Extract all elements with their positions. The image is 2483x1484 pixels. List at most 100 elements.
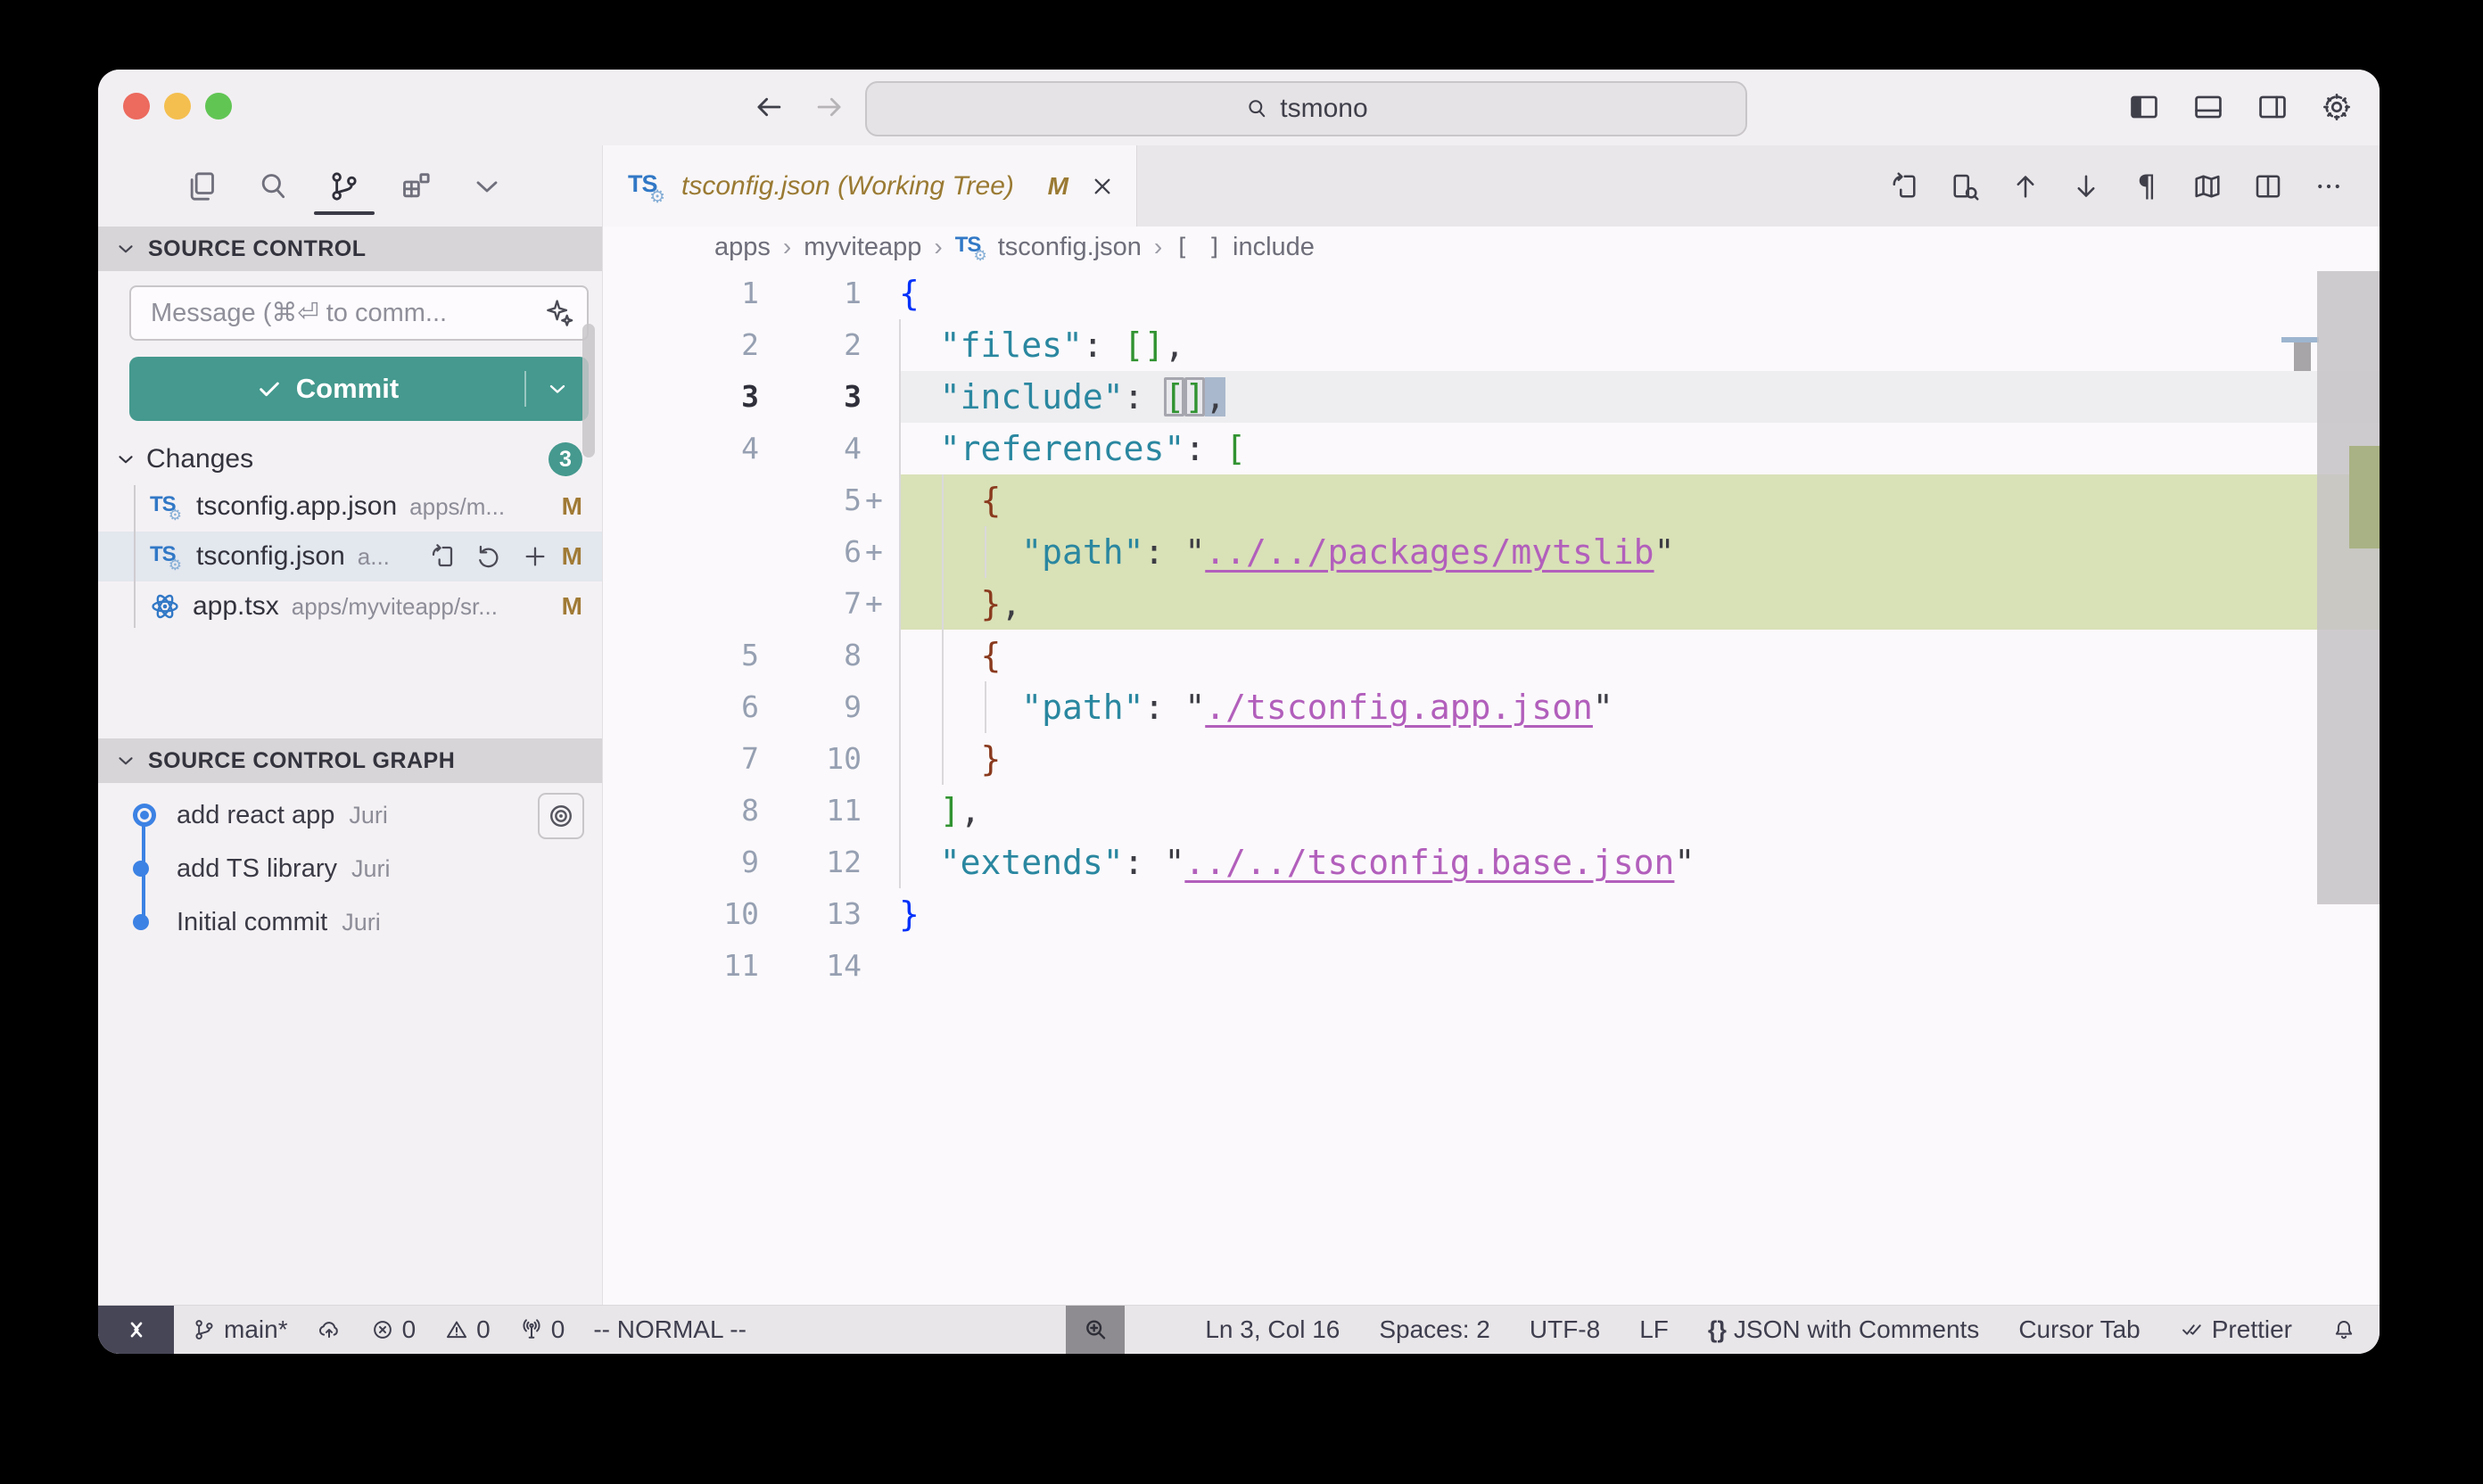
code-line-5[interactable]: 5+ { xyxy=(603,474,2380,526)
pilcrow-icon: ¶ xyxy=(2137,171,2157,202)
activity-item-search[interactable] xyxy=(248,153,298,220)
compare-editor-button[interactable] xyxy=(1946,168,1984,205)
commit-dot xyxy=(133,914,149,930)
commit-author: Juri xyxy=(342,909,381,936)
explorer-icon xyxy=(184,169,219,204)
split-editor-button[interactable] xyxy=(2249,168,2287,205)
status-item-normal[interactable]: -- NORMAL -- xyxy=(593,1315,747,1344)
old-line-number: 6 xyxy=(603,681,759,733)
breadcrumb-separator: › xyxy=(934,233,942,261)
layout-sidebar-right-button[interactable] xyxy=(2253,87,2292,127)
changes-row-tsconfig-app-json[interactable]: TS⚙tsconfig.app.jsonapps/m...M xyxy=(98,482,602,532)
code-line-4[interactable]: 44 "references": [ xyxy=(603,423,2380,474)
breadcrumb-item-myviteapp[interactable]: myviteapp xyxy=(804,233,921,262)
activity-item-source-control[interactable] xyxy=(319,153,369,220)
code-line-11[interactable]: 811 ], xyxy=(603,785,2380,837)
source-control-header[interactable]: SOURCE CONTROL xyxy=(98,227,602,271)
commit-row-1[interactable]: add react appJuri xyxy=(98,788,602,842)
status-item-cursor-tab[interactable]: Cursor Tab xyxy=(2018,1315,2140,1344)
editor-scrollbar-thumb[interactable] xyxy=(2317,271,2380,904)
code-line-1[interactable]: 11{ xyxy=(603,268,2380,319)
commit-message-input[interactable] xyxy=(129,285,589,341)
code-line-3[interactable]: 33 "include": [], xyxy=(603,371,2380,423)
status-item-main[interactable]: main* xyxy=(192,1315,288,1344)
layout-panel-button[interactable] xyxy=(2189,87,2228,127)
code-line-14[interactable]: 1114 xyxy=(603,940,2380,992)
status-item[interactable] xyxy=(317,1317,342,1342)
activity-bar xyxy=(98,145,602,227)
code-line-6[interactable]: 6+ "path": "../../packages/mytslib" xyxy=(603,526,2380,578)
screencast-zoom-indicator[interactable] xyxy=(1066,1306,1125,1354)
settings-button[interactable] xyxy=(2317,87,2356,127)
pilcrow-button[interactable]: ¶ xyxy=(2128,168,2165,205)
code-line-9[interactable]: 69 "path": "./tsconfig.app.json" xyxy=(603,681,2380,733)
next-change-button[interactable] xyxy=(2067,168,2105,205)
tab-tsconfig-working-tree[interactable]: TS⚙ tsconfig.json (Working Tree) M xyxy=(603,145,1137,227)
added-plus-marker: + xyxy=(862,526,883,578)
commit-row-3[interactable]: Initial commitJuri xyxy=(98,895,602,949)
activity-item-explorer[interactable] xyxy=(177,153,227,220)
status-item[interactable] xyxy=(2331,1317,2356,1342)
changes-row-tsconfig-json[interactable]: TS⚙tsconfig.jsona...M xyxy=(98,532,602,581)
close-window-button[interactable] xyxy=(123,93,150,120)
arrow-left-icon xyxy=(752,90,786,124)
status-label: Ln 3, Col 16 xyxy=(1205,1315,1340,1344)
status-item-lf[interactable]: LF xyxy=(1639,1315,1669,1344)
chevron-down-icon xyxy=(114,237,137,260)
status-item-json-with-comments[interactable]: {}JSON with Comments xyxy=(1708,1315,1979,1344)
prev-change-button[interactable] xyxy=(2007,168,2044,205)
commit-dropdown-button[interactable] xyxy=(526,376,589,401)
activity-item-more[interactable] xyxy=(462,153,512,220)
layout-sidebar-left-button[interactable] xyxy=(2124,87,2164,127)
status-item-0[interactable]: 0 xyxy=(370,1315,417,1344)
status-item-prettier[interactable]: Prettier xyxy=(2180,1315,2292,1344)
changes-section-header[interactable]: Changes 3 xyxy=(98,437,602,482)
status-item-0[interactable]: 0 xyxy=(519,1315,565,1344)
status-item-spaces-2[interactable]: Spaces: 2 xyxy=(1379,1315,1490,1344)
status-item-0[interactable]: 0 xyxy=(444,1315,491,1344)
breadcrumb-item-include[interactable]: [ ]include xyxy=(1175,233,1315,262)
code-line-12[interactable]: 912 "extends": "../../tsconfig.base.json… xyxy=(603,837,2380,888)
changes-label: Changes xyxy=(146,444,253,474)
checkout-target-button[interactable] xyxy=(538,793,584,839)
diff-editor[interactable]: 11{22 "files": [],33 "include": [],44 "r… xyxy=(603,268,2380,1306)
command-center-search[interactable]: tsmono xyxy=(865,81,1747,136)
source-control-graph-header[interactable]: SOURCE CONTROL GRAPH xyxy=(98,738,602,783)
traffic-lights[interactable] xyxy=(123,93,232,120)
minimize-window-button[interactable] xyxy=(164,93,191,120)
source-control-icon xyxy=(326,169,362,204)
history-back-button[interactable] xyxy=(749,87,788,127)
stage-button[interactable] xyxy=(521,542,549,571)
discard-button[interactable] xyxy=(474,542,503,571)
code-line-13[interactable]: 1013} xyxy=(603,888,2380,940)
remote-indicator[interactable] xyxy=(98,1306,174,1354)
activity-item-extensions[interactable] xyxy=(391,153,441,220)
changes-row-app-tsx[interactable]: app.tsxapps/myviteapp/sr...M xyxy=(98,581,602,631)
breadcrumb-item-apps[interactable]: apps xyxy=(714,233,771,262)
goto-file-button[interactable] xyxy=(428,542,457,571)
commit-button[interactable]: Commit xyxy=(129,357,589,421)
status-item-ln-3-col-16[interactable]: Ln 3, Col 16 xyxy=(1205,1315,1340,1344)
code-line-2[interactable]: 22 "files": [], xyxy=(603,319,2380,371)
code-line-7[interactable]: 7+ }, xyxy=(603,578,2380,630)
sparkle-ai-icon[interactable] xyxy=(542,296,576,330)
bell-icon xyxy=(2331,1317,2356,1342)
more-button[interactable] xyxy=(2310,168,2347,205)
code-line-10[interactable]: 710 } xyxy=(603,733,2380,785)
open-changes-button[interactable] xyxy=(1885,168,1923,205)
status-item-utf-8[interactable]: UTF-8 xyxy=(1530,1315,1600,1344)
sidebar-scrollbar-thumb[interactable] xyxy=(582,324,595,458)
close-tab-icon[interactable] xyxy=(1088,172,1117,201)
code-line-8[interactable]: 58 { xyxy=(603,630,2380,681)
map-button[interactable] xyxy=(2189,168,2226,205)
zoom-window-button[interactable] xyxy=(205,93,232,120)
more-icon xyxy=(2313,170,2345,202)
commit-row-2[interactable]: add TS libraryJuri xyxy=(98,842,602,895)
search-icon xyxy=(1244,96,1269,121)
history-forward-button[interactable] xyxy=(810,87,849,127)
next-change-icon xyxy=(2070,170,2102,202)
tab-bar: TS⚙ tsconfig.json (Working Tree) M ¶ xyxy=(603,145,2380,227)
breadcrumb-item-tsconfig-json[interactable]: TS⚙tsconfig.json xyxy=(955,233,1142,262)
discard-icon xyxy=(474,542,503,571)
arrow-right-icon xyxy=(813,90,846,124)
